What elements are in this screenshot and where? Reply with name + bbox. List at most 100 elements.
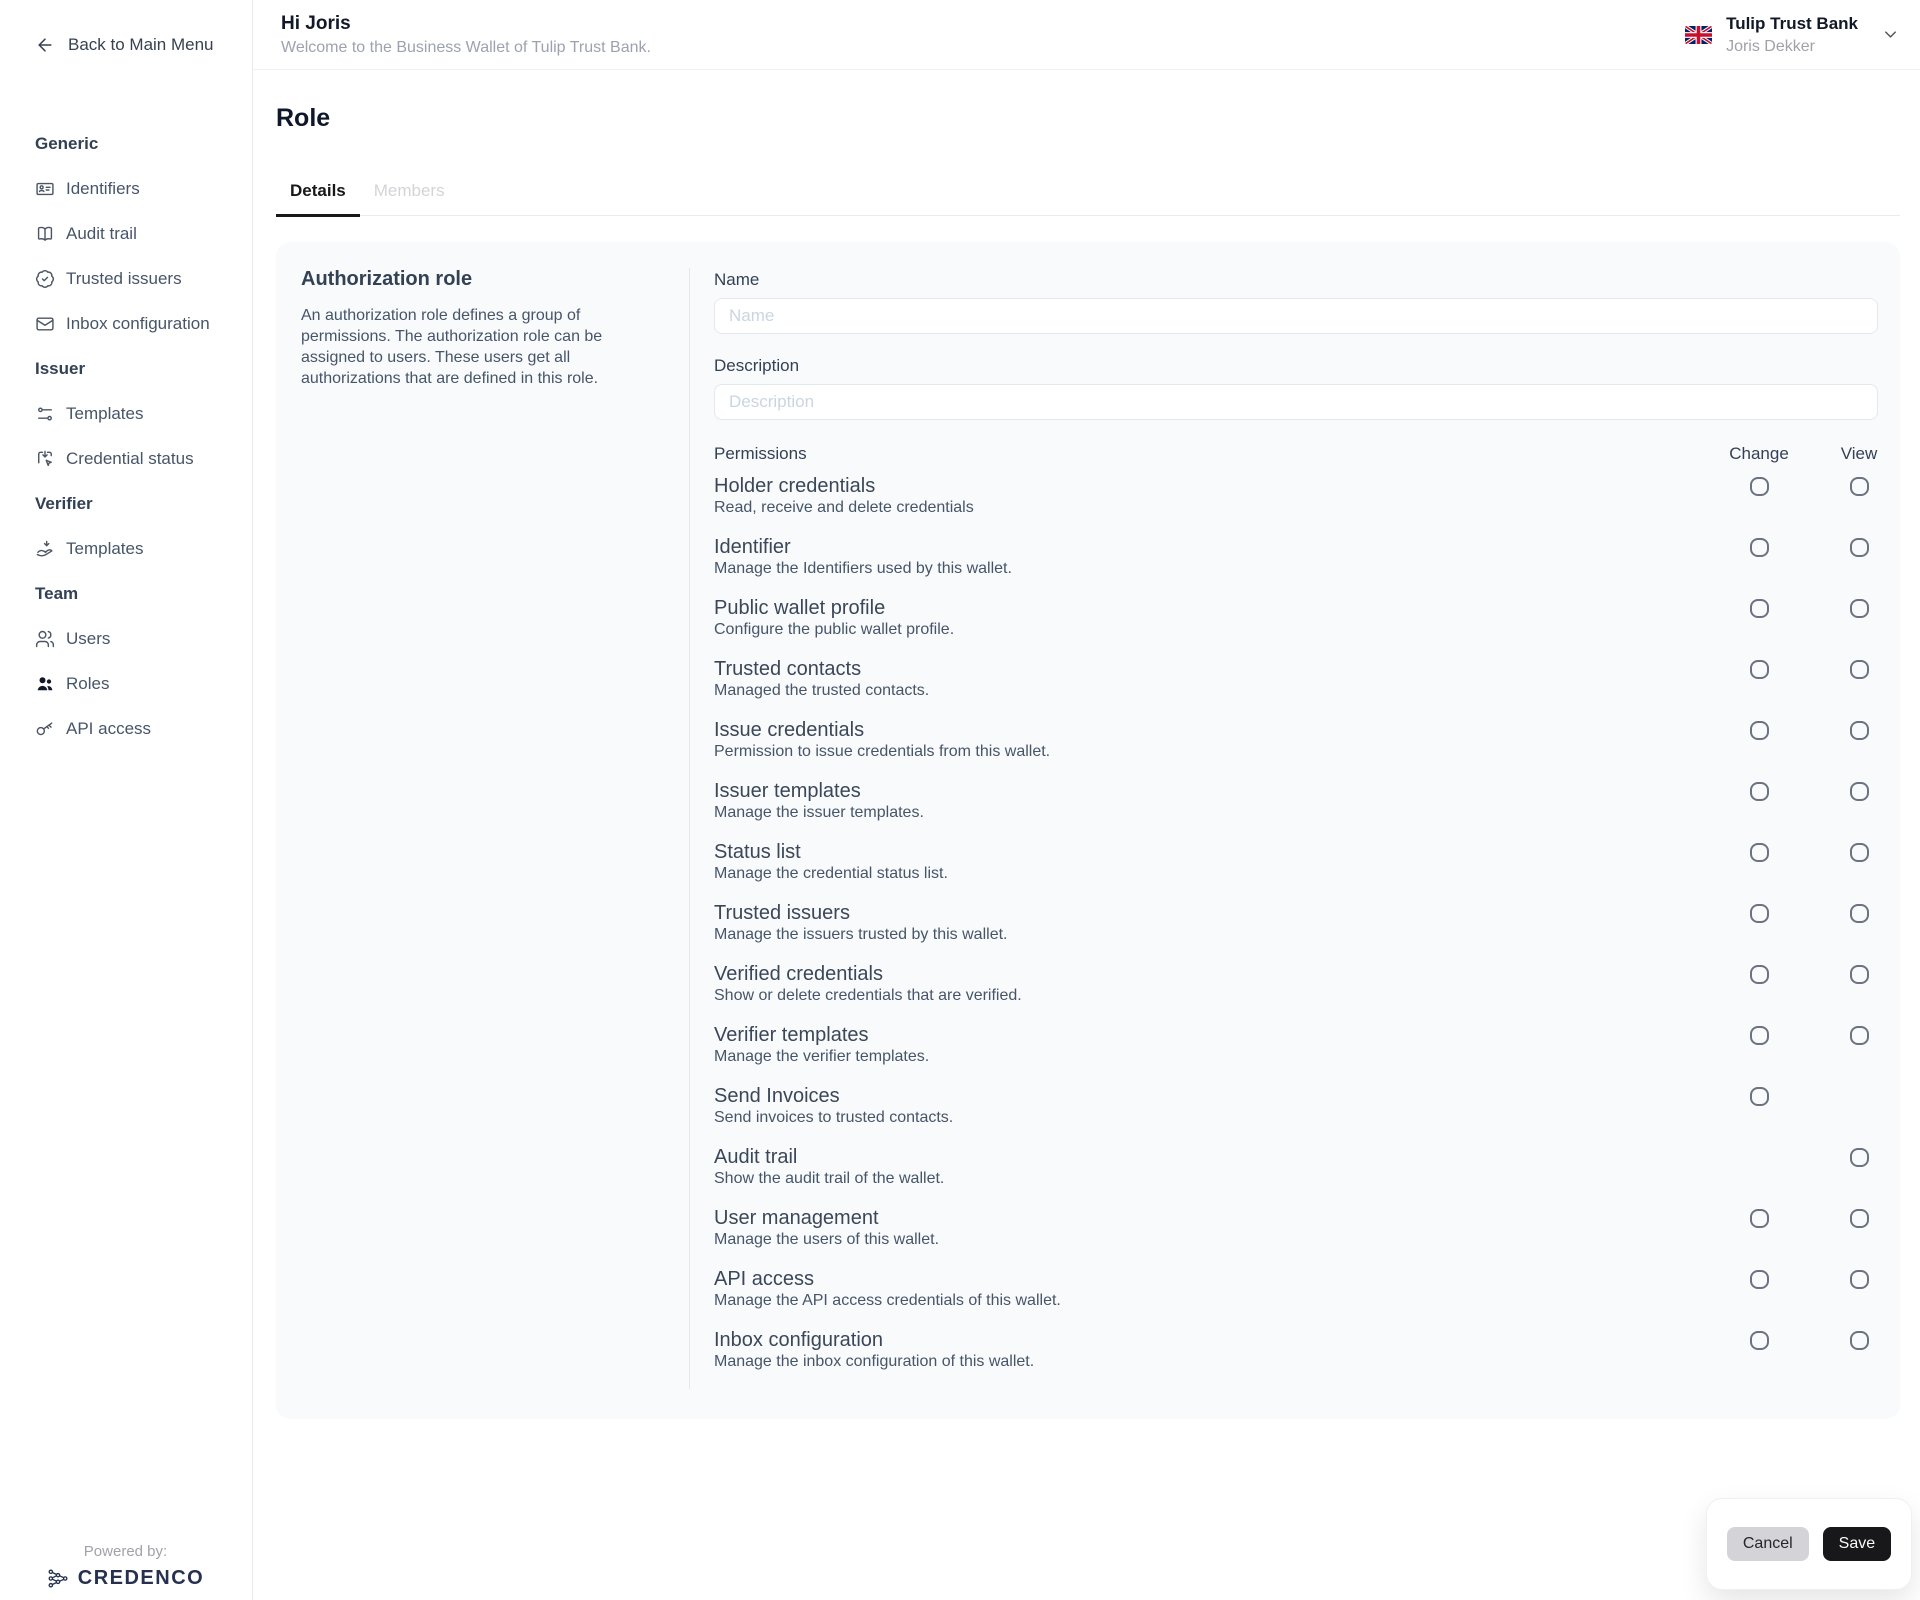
panel-description: An authorization role defines a group of…	[301, 305, 659, 389]
view-radio[interactable]	[1850, 965, 1869, 984]
greeting-subtitle: Welcome to the Business Wallet of Tulip …	[281, 39, 651, 57]
sidebar-item-label: Inbox configuration	[66, 314, 210, 334]
permission-row-public-wallet-profile: Public wallet profileConfigure the publi…	[714, 596, 1900, 640]
sidebar-item-identifiers[interactable]: Identifiers	[35, 179, 236, 199]
permission-description: Manage the users of this wallet.	[714, 1230, 1700, 1250]
permission-description: Manage the issuer templates.	[714, 803, 1700, 823]
view-radio[interactable]	[1850, 721, 1869, 740]
cancel-button[interactable]: Cancel	[1727, 1527, 1809, 1561]
change-radio[interactable]	[1750, 1331, 1769, 1350]
tab-members[interactable]: Members	[360, 181, 459, 217]
permission-row-issuer-templates: Issuer templatesManage the issuer templa…	[714, 779, 1900, 823]
sidebar-item-templates[interactable]: Templates	[35, 539, 236, 559]
permission-title: Audit trail	[714, 1145, 1700, 1169]
permission-row-audit-trail: Audit trailShow the audit trail of the w…	[714, 1145, 1900, 1189]
authorization-role-panel: Authorization role An authorization role…	[276, 268, 690, 1389]
permission-row-inbox-configuration: Inbox configurationManage the inbox conf…	[714, 1328, 1900, 1372]
permission-title: Send Invoices	[714, 1084, 1700, 1108]
view-radio[interactable]	[1850, 660, 1869, 679]
sidebar-item-label: Trusted issuers	[66, 269, 182, 289]
permission-description: Show or delete credentials that are veri…	[714, 986, 1700, 1006]
change-radio[interactable]	[1750, 477, 1769, 496]
chevron-down-icon	[1881, 25, 1900, 44]
top-header: Hi Joris Welcome to the Business Wallet …	[253, 0, 1920, 70]
sidebar-section-title-team: Team	[35, 584, 236, 604]
view-radio[interactable]	[1850, 1209, 1869, 1228]
change-radio[interactable]	[1750, 904, 1769, 923]
description-input[interactable]	[714, 384, 1878, 420]
change-radio[interactable]	[1750, 843, 1769, 862]
sidebar-item-label: Audit trail	[66, 224, 137, 244]
change-radio[interactable]	[1750, 721, 1769, 740]
permission-description: Manage the inbox configuration of this w…	[714, 1352, 1700, 1372]
permission-description: Read, receive and delete credentials	[714, 498, 1700, 518]
change-radio[interactable]	[1750, 538, 1769, 557]
change-radio[interactable]	[1750, 1087, 1769, 1106]
user-name: Joris Dekker	[1726, 38, 1858, 56]
mail-icon	[35, 314, 55, 334]
permission-title: Trusted contacts	[714, 657, 1700, 681]
view-radio[interactable]	[1850, 1148, 1869, 1167]
permission-description: Configure the public wallet profile.	[714, 620, 1700, 640]
change-radio[interactable]	[1750, 782, 1769, 801]
account-menu[interactable]: Tulip Trust Bank Joris Dekker	[1685, 14, 1900, 56]
permission-row-trusted-issuers: Trusted issuersManage the issuers truste…	[714, 901, 1900, 945]
sidebar-item-api-access[interactable]: API access	[35, 719, 236, 739]
brand-name: CREDENCO	[78, 1567, 204, 1590]
tab-details[interactable]: Details	[276, 181, 360, 217]
view-radio[interactable]	[1850, 1270, 1869, 1289]
permission-row-status-list: Status listManage the credential status …	[714, 840, 1900, 884]
view-radio[interactable]	[1850, 782, 1869, 801]
view-radio[interactable]	[1850, 1331, 1869, 1350]
permission-description: Managed the trusted contacts.	[714, 681, 1700, 701]
key-icon	[35, 719, 55, 739]
view-radio[interactable]	[1850, 1026, 1869, 1045]
sidebar-item-label: Templates	[66, 539, 143, 559]
permissions-header: Permissions Change View	[714, 444, 1900, 464]
sidebar-section-title-verifier: Verifier	[35, 494, 236, 514]
sidebar-item-inbox-configuration[interactable]: Inbox configuration	[35, 314, 236, 334]
permission-description: Manage the verifier templates.	[714, 1047, 1700, 1067]
view-radio[interactable]	[1850, 599, 1869, 618]
permission-description: Show the audit trail of the wallet.	[714, 1169, 1700, 1189]
form-actions-card: Cancel Save	[1706, 1498, 1912, 1590]
permissions-list: Holder credentialsRead, receive and dele…	[714, 474, 1878, 1372]
book-open-icon	[35, 224, 55, 244]
sidebar-item-audit-trail[interactable]: Audit trail	[35, 224, 236, 244]
permission-title: Issuer templates	[714, 779, 1700, 803]
permission-row-verifier-templates: Verifier templatesManage the verifier te…	[714, 1023, 1900, 1067]
sidebar-item-users[interactable]: Users	[35, 629, 236, 649]
back-to-main-menu-button[interactable]: Back to Main Menu	[35, 33, 236, 57]
permission-title: Verified credentials	[714, 962, 1700, 986]
permission-row-verified-credentials: Verified credentialsShow or delete crede…	[714, 962, 1900, 1006]
permission-description: Send invoices to trusted contacts.	[714, 1108, 1700, 1128]
change-radio[interactable]	[1750, 965, 1769, 984]
users-icon	[35, 629, 55, 649]
permission-description: Manage the credential status list.	[714, 864, 1700, 884]
view-radio[interactable]	[1850, 843, 1869, 862]
uk-flag-icon	[1685, 26, 1712, 44]
sidebar-item-trusted-issuers[interactable]: Trusted issuers	[35, 269, 236, 289]
roles-icon	[35, 674, 55, 694]
save-button[interactable]: Save	[1823, 1527, 1891, 1561]
permission-description: Manage the API access credentials of thi…	[714, 1291, 1700, 1311]
change-radio[interactable]	[1750, 660, 1769, 679]
change-radio[interactable]	[1750, 599, 1769, 618]
change-radio[interactable]	[1750, 1209, 1769, 1228]
permission-title: Verifier templates	[714, 1023, 1700, 1047]
name-label: Name	[714, 270, 1878, 290]
view-radio[interactable]	[1850, 477, 1869, 496]
sidebar-item-credential-status[interactable]: Credential status	[35, 449, 236, 469]
sidebar-item-templates[interactable]: Templates	[35, 404, 236, 424]
permission-row-issue-credentials: Issue credentialsPermission to issue cre…	[714, 718, 1900, 762]
view-column-header: View	[1818, 444, 1900, 464]
view-radio[interactable]	[1850, 538, 1869, 557]
permission-row-identifier: IdentifierManage the Identifiers used by…	[714, 535, 1900, 579]
change-radio[interactable]	[1750, 1026, 1769, 1045]
view-radio[interactable]	[1850, 904, 1869, 923]
role-form: Name Description Permissions Change View…	[690, 268, 1900, 1389]
sidebar-item-roles[interactable]: Roles	[35, 674, 236, 694]
name-input[interactable]	[714, 298, 1878, 334]
sidebar-item-label: Credential status	[66, 449, 194, 469]
change-radio[interactable]	[1750, 1270, 1769, 1289]
